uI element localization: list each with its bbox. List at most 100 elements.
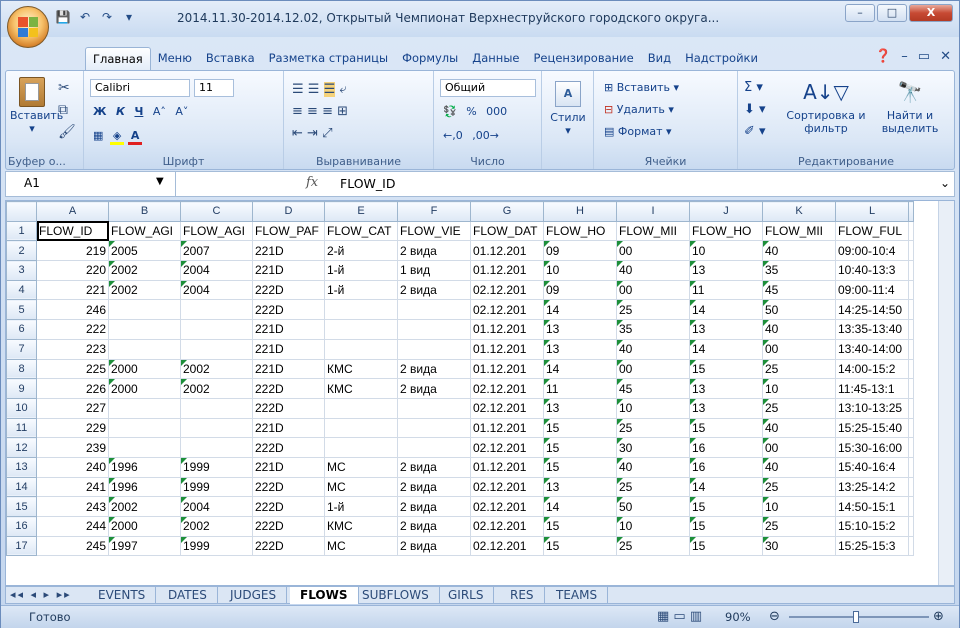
cell[interactable] [324, 437, 398, 458]
align-left-icon[interactable]: ≡ [292, 104, 303, 119]
row-header[interactable]: 13 [6, 456, 37, 478]
tab-insert[interactable]: Вставка [199, 47, 262, 71]
cell[interactable] [180, 338, 253, 360]
cell[interactable]: 02.12.201 [470, 299, 544, 321]
cell[interactable]: 2 вида [397, 516, 471, 537]
cell[interactable]: МС [324, 456, 398, 478]
cell[interactable]: 222D [252, 378, 325, 399]
cell[interactable]: 222D [252, 437, 325, 458]
cell[interactable]: 2 вида [397, 496, 471, 517]
tab-menu[interactable]: Меню [151, 47, 199, 71]
cell[interactable] [108, 338, 181, 360]
cell[interactable]: 01.12.201 [470, 358, 544, 380]
cell[interactable]: 2 вида [397, 535, 471, 557]
cell[interactable]: 15 [543, 417, 617, 439]
font-color-icon[interactable]: A [127, 127, 143, 145]
number-format-select[interactable]: Общий [440, 79, 536, 97]
cell[interactable]: 10 [543, 260, 617, 281]
cell[interactable]: 2 вида [397, 378, 471, 399]
cell[interactable]: 2000 [108, 378, 181, 399]
find-select-button[interactable]: 🔭 Найти и выделить [870, 75, 950, 135]
cell[interactable]: 25 [616, 476, 690, 498]
sheet-tab-events[interactable]: EVENTS [88, 587, 157, 604]
cell[interactable]: 00 [762, 437, 836, 458]
cell[interactable]: 2 вида [397, 279, 471, 301]
cell[interactable]: 15:10-15:2 [835, 516, 909, 537]
cell[interactable]: 10 [689, 240, 763, 262]
cell[interactable] [180, 299, 253, 321]
cell[interactable] [908, 358, 914, 380]
cell[interactable]: 01.12.201 [470, 456, 544, 478]
cell[interactable]: 2004 [180, 279, 253, 301]
cell[interactable] [908, 456, 914, 478]
cell[interactable]: 09:00-11:4 [835, 279, 909, 301]
row-header[interactable]: 16 [6, 516, 37, 537]
cell[interactable]: 09:00-10:4 [835, 240, 909, 262]
cell[interactable] [324, 319, 398, 340]
cell[interactable]: 01.12.201 [470, 260, 544, 281]
align-top-icon[interactable]: ☰ [292, 82, 304, 97]
cell[interactable] [908, 260, 914, 281]
row-header[interactable]: 14 [6, 476, 37, 498]
cell[interactable]: 10 [616, 516, 690, 537]
align-bottom-icon[interactable]: ☰ [323, 82, 336, 97]
cell[interactable] [908, 496, 914, 517]
cell[interactable]: 30 [616, 437, 690, 458]
cell[interactable] [908, 476, 914, 498]
tab-home[interactable]: Главная [85, 47, 151, 71]
cell[interactable]: 02.12.201 [470, 496, 544, 517]
sheet-tab-res[interactable]: RES [500, 587, 545, 604]
cell[interactable]: 239 [36, 437, 109, 458]
tab-view[interactable]: Вид [641, 47, 678, 71]
cell[interactable]: 25 [762, 358, 836, 380]
cell[interactable]: 35 [616, 319, 690, 340]
cell[interactable]: 13 [689, 397, 763, 419]
font-size-select[interactable]: 11 [194, 79, 234, 97]
delete-cells-button[interactable]: ⊟ Удалить ▾ [604, 99, 679, 121]
cell[interactable]: 222D [252, 516, 325, 537]
cell[interactable]: 221D [252, 456, 325, 478]
cell[interactable]: 2002 [180, 358, 253, 380]
cell[interactable]: 02.12.201 [470, 378, 544, 399]
cell[interactable] [180, 437, 253, 458]
cell[interactable]: 15 [689, 417, 763, 439]
cell[interactable]: 25 [762, 397, 836, 419]
cell[interactable]: 15:30-16:00 [835, 437, 909, 458]
cell[interactable]: КМС [324, 378, 398, 399]
cell[interactable]: 45 [616, 378, 690, 399]
currency-icon[interactable]: 💱 [440, 103, 460, 121]
row-header[interactable]: 3 [6, 260, 37, 281]
insert-cells-button[interactable]: ⊞ Вставить ▾ [604, 77, 679, 99]
cell[interactable]: 14:25-14:50 [835, 299, 909, 321]
cell[interactable]: 15 [543, 456, 617, 478]
cell[interactable]: 13:40-14:00 [835, 338, 909, 360]
cell[interactable]: 13 [543, 397, 617, 419]
autosum-button[interactable]: Σ ▾ [744, 77, 766, 99]
cell[interactable]: 10 [762, 496, 836, 517]
cell[interactable]: 02.12.201 [470, 516, 544, 537]
vertical-scrollbar[interactable] [938, 201, 954, 585]
cell[interactable]: FLOW_PAF [252, 220, 325, 242]
cell[interactable] [908, 220, 914, 242]
cell[interactable] [397, 397, 471, 419]
cell[interactable] [108, 437, 181, 458]
cell[interactable]: FLOW_VIE [397, 220, 471, 242]
paste-button[interactable]: Вставить ▾ [10, 75, 63, 135]
cell[interactable]: FLOW_DAT [470, 220, 544, 242]
cell[interactable]: 15:25-15:3 [835, 535, 909, 557]
wrap-text-icon[interactable]: ⤶ [339, 82, 346, 97]
cell[interactable]: 1999 [180, 535, 253, 557]
cell[interactable]: 09 [543, 279, 617, 301]
cell[interactable]: 2002 [108, 496, 181, 517]
thousands-button[interactable]: 000 [483, 103, 510, 121]
cell[interactable]: 16 [689, 437, 763, 458]
cell[interactable]: 2007 [180, 240, 253, 262]
column-header[interactable]: A [36, 201, 109, 222]
row-header[interactable]: 9 [6, 378, 37, 399]
cell[interactable] [324, 338, 398, 360]
cell[interactable]: 01.12.201 [470, 319, 544, 340]
cell[interactable] [908, 417, 914, 439]
close-button[interactable]: X [909, 4, 953, 22]
tab-review[interactable]: Рецензирование [526, 47, 640, 71]
cell[interactable]: 221D [252, 260, 325, 281]
